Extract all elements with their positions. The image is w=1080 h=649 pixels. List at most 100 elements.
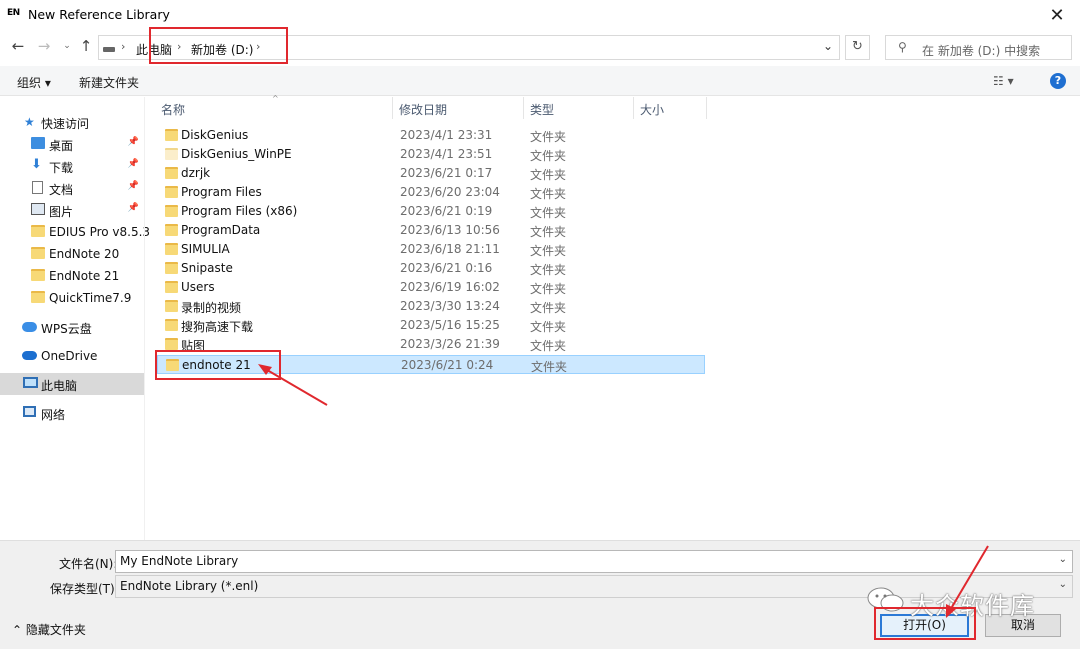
pin-icon[interactable]: 📌 xyxy=(128,137,139,147)
filename-field[interactable]: My EndNote Library ⌄ xyxy=(115,550,1073,573)
file-date: 2023/6/19 16:02 xyxy=(400,280,500,294)
title-bar: EN New Reference Library ✕ xyxy=(0,0,1080,30)
sidebar-item-onedrive[interactable]: OneDrive xyxy=(0,345,144,367)
file-row[interactable]: Program Files (x86) 2023/6/21 0:19 文件夹 xyxy=(157,202,705,221)
folder-icon xyxy=(165,129,178,141)
file-row[interactable]: 录制的视频 2023/3/30 13:24 文件夹 xyxy=(157,297,705,316)
file-row[interactable]: Users 2023/6/19 16:02 文件夹 xyxy=(157,278,705,297)
sidebar-item-label: EndNote 21 xyxy=(49,269,120,283)
search-icon: ⚲ xyxy=(898,40,907,54)
cloud-icon xyxy=(22,322,37,332)
pin-icon[interactable]: 📌 xyxy=(128,159,139,169)
column-header-label: 类型 xyxy=(530,103,555,117)
file-name: 录制的视频 xyxy=(181,301,242,315)
folder-icon xyxy=(165,338,178,350)
pin-icon[interactable]: 📌 xyxy=(128,181,139,191)
organize-menu-button[interactable]: 组织 ▾ xyxy=(17,74,51,91)
file-type: 文件夹 xyxy=(530,206,567,220)
file-type: 文件夹 xyxy=(530,339,567,353)
file-date: 2023/3/30 13:24 xyxy=(400,299,500,313)
file-date: 2023/6/18 21:11 xyxy=(400,242,500,256)
sidebar-item-pictures[interactable]: 图片 📌 xyxy=(0,199,144,221)
address-dropdown-chevron-icon[interactable]: ⌄ xyxy=(823,39,833,53)
file-type: 文件夹 xyxy=(530,168,567,182)
filetype-label: 保存类型(T): xyxy=(50,582,119,596)
refresh-icon: ↻ xyxy=(852,39,863,54)
sidebar-item-label: 此电脑 xyxy=(41,379,78,393)
chevron-down-icon[interactable]: ⌄ xyxy=(1059,554,1067,565)
sidebar-item-this-pc[interactable]: 此电脑 xyxy=(0,373,144,395)
command-toolbar: 组织 ▾ 新建文件夹 ☷ ▾ ? xyxy=(0,66,1080,96)
onedrive-cloud-icon xyxy=(22,351,37,360)
folder-icon xyxy=(165,205,178,217)
new-folder-button[interactable]: 新建文件夹 xyxy=(79,74,139,91)
sidebar-item-endnote-21[interactable]: EndNote 21 xyxy=(0,265,144,287)
file-name: 搜狗高速下载 xyxy=(181,320,254,334)
sidebar-item-label: 下载 xyxy=(49,161,74,175)
file-row[interactable]: SIMULIA 2023/6/18 21:11 文件夹 xyxy=(157,240,705,259)
file-name: SIMULIA xyxy=(181,242,230,256)
filetype-value: EndNote Library (*.enl) xyxy=(120,579,259,593)
sidebar-item-label: 快速访问 xyxy=(41,117,90,131)
help-icon[interactable]: ? xyxy=(1050,73,1066,89)
download-icon: ⬇ xyxy=(31,157,42,172)
sidebar-item-quick-access[interactable]: ★ 快速访问 xyxy=(0,111,144,133)
file-date: 2023/4/1 23:31 xyxy=(400,128,493,142)
file-row[interactable]: Snipaste 2023/6/21 0:16 文件夹 xyxy=(157,259,705,278)
chevron-up-icon: ⌃ xyxy=(12,623,26,637)
close-button[interactable]: ✕ xyxy=(1034,0,1080,30)
file-row[interactable]: ProgramData 2023/6/13 10:56 文件夹 xyxy=(157,221,705,240)
up-arrow-icon[interactable]: ↑ xyxy=(77,36,95,56)
file-date: 2023/6/21 0:19 xyxy=(400,204,493,218)
folder-icon xyxy=(31,247,45,259)
back-arrow-icon[interactable]: ← xyxy=(9,36,27,56)
file-type: 文件夹 xyxy=(531,360,568,374)
column-header-label: 修改日期 xyxy=(399,103,448,117)
filename-value: My EndNote Library xyxy=(120,554,239,568)
column-header-type[interactable]: 类型 xyxy=(524,97,634,119)
file-date: 2023/6/21 0:24 xyxy=(401,358,494,372)
folder-icon xyxy=(165,224,178,236)
sidebar-item-desktop[interactable]: 桌面 📌 xyxy=(0,133,144,155)
folder-icon xyxy=(165,262,178,274)
sidebar-item-label: 文档 xyxy=(49,183,74,197)
sidebar-item-endnote-20[interactable]: EndNote 20 xyxy=(0,243,144,265)
refresh-button[interactable]: ↻ xyxy=(845,35,870,60)
file-row[interactable]: Program Files 2023/6/20 23:04 文件夹 xyxy=(157,183,705,202)
column-header-label: 大小 xyxy=(640,103,665,117)
sidebar-item-wps-cloud[interactable]: WPS云盘 xyxy=(0,316,144,338)
column-header-label: 名称 xyxy=(161,103,186,117)
file-row[interactable]: DiskGenius_WinPE 2023/4/1 23:51 文件夹 xyxy=(157,145,705,164)
folder-icon xyxy=(31,269,45,281)
pane-splitter[interactable] xyxy=(144,97,145,540)
column-header-size[interactable]: 大小 xyxy=(634,97,707,119)
file-row[interactable]: 搜狗高速下载 2023/5/16 15:25 文件夹 xyxy=(157,316,705,335)
folder-icon xyxy=(165,281,178,293)
file-type: 文件夹 xyxy=(530,149,567,163)
picture-icon xyxy=(31,203,45,215)
forward-arrow-icon[interactable]: → xyxy=(35,36,53,56)
sidebar-item-quicktime[interactable]: QuickTime7.9 xyxy=(0,287,144,309)
file-name: dzrjk xyxy=(181,166,211,180)
column-header-name[interactable]: 名称 xyxy=(155,97,393,119)
search-input[interactable]: ⚲ 在 新加卷 (D:) 中搜索 xyxy=(885,35,1072,60)
breadcrumb-separator-icon[interactable]: › xyxy=(121,40,125,53)
column-header-date[interactable]: 修改日期 xyxy=(393,97,524,119)
navigation-pane: ★ 快速访问 桌面 📌 ⬇ 下载 📌 文档 📌 图片 📌 EDIUS Pro v… xyxy=(0,97,150,540)
folder-icon xyxy=(31,225,45,237)
sidebar-item-downloads[interactable]: ⬇ 下载 📌 xyxy=(0,155,144,177)
file-row[interactable]: dzrjk 2023/6/21 0:17 文件夹 xyxy=(157,164,705,183)
sidebar-item-edius[interactable]: EDIUS Pro v8.5.3 xyxy=(0,221,150,243)
sidebar-item-network[interactable]: 网络 xyxy=(0,402,144,424)
hide-folders-toggle[interactable]: ⌃ 隐藏文件夹 xyxy=(12,621,86,638)
sidebar-item-documents[interactable]: 文档 📌 xyxy=(0,177,144,199)
file-type: 文件夹 xyxy=(530,187,567,201)
view-options-icon[interactable]: ☷ ▾ xyxy=(993,74,1014,88)
chevron-down-icon[interactable]: ⌄ xyxy=(1059,579,1067,590)
sidebar-item-label: 桌面 xyxy=(49,139,74,153)
file-row[interactable]: DiskGenius 2023/4/1 23:31 文件夹 xyxy=(157,126,705,145)
document-icon xyxy=(32,181,43,194)
file-type: 文件夹 xyxy=(530,301,567,315)
recent-locations-chevron-icon[interactable]: ⌄ xyxy=(58,36,76,56)
pin-icon[interactable]: 📌 xyxy=(128,203,139,213)
